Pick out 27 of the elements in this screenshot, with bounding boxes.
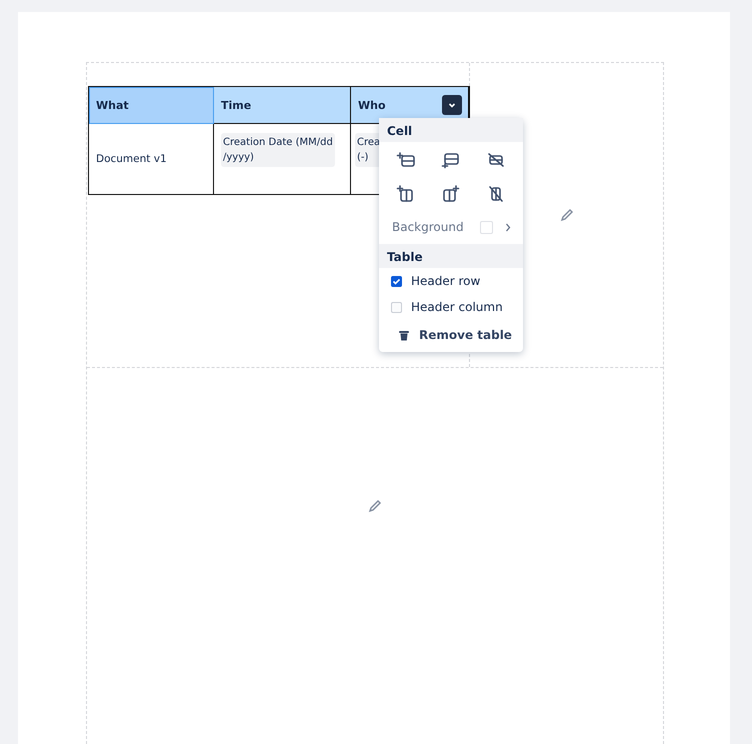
header-cell[interactable]: What: [89, 87, 214, 124]
chevron-right-icon: [505, 222, 511, 232]
background-option[interactable]: Background: [379, 212, 523, 244]
background-label: Background: [392, 220, 465, 234]
trash-icon: [399, 330, 409, 340]
remove-table-button[interactable]: Remove table: [379, 320, 520, 348]
column-plus-icon: [440, 184, 461, 204]
row-plus-icon: [396, 150, 416, 170]
section-title: Cell: [379, 118, 523, 142]
date-chip: Creation Date (MM/dd /yyyy): [221, 133, 335, 167]
column-header: What: [96, 98, 129, 112]
table-cell: Document v1: [89, 124, 214, 194]
checkbox[interactable]: [391, 276, 402, 286]
color-swatch: [480, 220, 493, 234]
checkbox-label: Header row: [411, 274, 480, 288]
checkbox[interactable]: [391, 302, 402, 312]
pencil-icon[interactable]: [558, 207, 574, 223]
cell-options-button[interactable]: [442, 95, 462, 115]
section-title: Table: [379, 244, 523, 268]
checkbox-label: Header column: [411, 300, 503, 314]
row-plus-icon: [440, 150, 461, 170]
column-plus-icon: [396, 184, 416, 204]
pencil-icon[interactable]: [367, 498, 383, 514]
row-strike-icon: [486, 150, 506, 170]
header-cell[interactable]: Time: [214, 87, 351, 124]
column-header: Time: [221, 98, 252, 112]
column-header: Who: [358, 98, 386, 112]
